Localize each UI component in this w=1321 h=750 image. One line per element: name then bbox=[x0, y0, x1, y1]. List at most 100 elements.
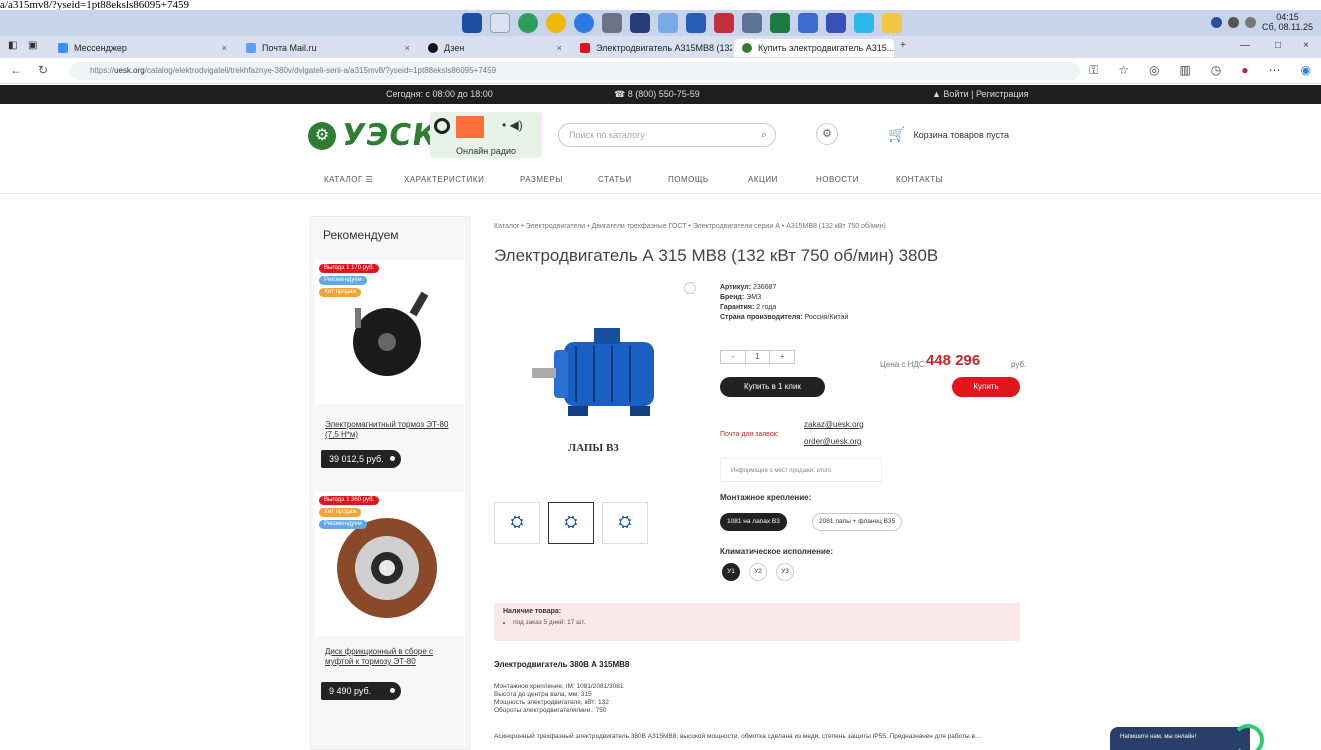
tab-product-active[interactable]: Купить электродвигатель А315... × bbox=[734, 39, 894, 57]
thumbnail-b35[interactable]: ⛭ bbox=[548, 502, 594, 544]
volume-icon[interactable] bbox=[1227, 16, 1239, 28]
search-icon[interactable]: ⌕ bbox=[761, 124, 767, 146]
phone-link[interactable]: ☎ 8 (800) 550-75-59 bbox=[614, 89, 700, 100]
prop-brand: Бренд: ЭМЗ bbox=[720, 293, 848, 303]
thumbnail-b3[interactable]: ⛭ bbox=[494, 502, 540, 544]
zoom-icon[interactable] bbox=[684, 282, 696, 294]
close-window-icon[interactable]: × bbox=[1303, 40, 1309, 51]
word-icon[interactable] bbox=[686, 13, 706, 33]
buy-button[interactable]: Купить bbox=[952, 377, 1020, 397]
profile-icon[interactable]: ● bbox=[1241, 63, 1248, 78]
buy-one-click-button[interactable]: Купить в 1 клик bbox=[720, 377, 825, 397]
breadcrumb[interactable]: Каталог • Электродвигатели • Двигатели т… bbox=[494, 223, 886, 230]
edge-icon[interactable] bbox=[518, 13, 538, 33]
copilot-icon[interactable]: ◉ bbox=[1301, 63, 1311, 78]
teams-icon[interactable] bbox=[826, 13, 846, 33]
description-line: Мощность электродвигателя, кВт: 132 bbox=[494, 699, 609, 706]
chrome-icon[interactable] bbox=[546, 13, 566, 33]
description-title: Электродвигатель 380В А 315МВ8 bbox=[494, 660, 630, 669]
nav-articles[interactable]: СТАТЬИ bbox=[598, 175, 632, 184]
radio-volume-icon[interactable]: • ◀) bbox=[502, 118, 523, 132]
store-icon[interactable] bbox=[630, 13, 650, 33]
thumbnail-b5[interactable]: ⛭ bbox=[602, 502, 648, 544]
reload-icon[interactable]: ↻ bbox=[38, 63, 48, 77]
climate-option-u3[interactable]: У3 bbox=[776, 563, 794, 581]
email-order-link[interactable]: order@uesk.org bbox=[804, 437, 861, 446]
close-tab-icon[interactable]: × bbox=[405, 43, 410, 53]
browser-menu-icon[interactable]: ◧ bbox=[8, 40, 17, 51]
mount-option-b35[interactable]: 2081 лапы + фланец В35 bbox=[812, 513, 903, 531]
settings-icon[interactable] bbox=[602, 13, 622, 33]
chat-widget-button[interactable]: Напишите нам, мы онлайн! bbox=[1110, 727, 1250, 750]
key-icon[interactable]: ⚿ bbox=[1089, 63, 1098, 78]
search-icon[interactable] bbox=[490, 13, 510, 33]
url-input[interactable]: https://uesk.org/catalog/elektrodvigatel… bbox=[70, 62, 1080, 80]
qty-input[interactable]: 1 bbox=[746, 351, 771, 363]
qty-decrease-button[interactable]: - bbox=[721, 351, 746, 363]
climate-option-u1[interactable]: У1 bbox=[722, 563, 740, 581]
chat-status-icon[interactable] bbox=[1232, 724, 1264, 750]
radio-play-icon[interactable] bbox=[434, 118, 450, 134]
recommended-product-card[interactable]: Выгода 1 360 руб. Хит продаж Рекомендуем… bbox=[315, 492, 467, 702]
product-name-link[interactable]: Электромагнитный тормоз ЭТ-80 (7,5 Н*м) bbox=[325, 420, 455, 440]
nav-characteristics[interactable]: ХАРАКТЕРИСТИКИ bbox=[404, 175, 484, 184]
qty-increase-button[interactable]: + bbox=[770, 351, 794, 363]
minimize-icon[interactable]: — bbox=[1240, 40, 1250, 51]
nav-promotions[interactable]: АКЦИИ bbox=[748, 175, 778, 184]
files-icon[interactable] bbox=[742, 13, 762, 33]
browser-tab-bar: ◧ ▣ Мессенджер × Почта Mail.ru × Дзен × … bbox=[0, 36, 1321, 58]
tab-dzen[interactable]: Дзен × bbox=[420, 39, 570, 57]
motor-image[interactable] bbox=[494, 302, 704, 462]
photos-icon[interactable] bbox=[714, 13, 734, 33]
url-prefix: https:// bbox=[90, 66, 115, 75]
extensions-icon[interactable]: ◎ bbox=[1149, 63, 1159, 78]
back-icon[interactable]: ← bbox=[10, 63, 22, 77]
network-icon[interactable] bbox=[1210, 16, 1222, 28]
new-tab-icon[interactable]: + bbox=[900, 40, 906, 51]
settings-gear-icon[interactable]: ⚙ bbox=[816, 123, 838, 145]
search-input[interactable]: Поиск по каталогу ⌕ bbox=[558, 123, 776, 147]
collections-icon[interactable]: ▥ bbox=[1179, 63, 1190, 78]
bookmark-star-icon[interactable]: ☆ bbox=[1118, 63, 1129, 78]
close-tab-icon[interactable]: × bbox=[222, 43, 227, 53]
windows-start-icon[interactable] bbox=[462, 13, 482, 33]
product-price[interactable]: 9 490 руб. bbox=[321, 682, 401, 700]
recommended-product-card[interactable]: Выгода 1 170 руб. Рекомендуем Хит продаж… bbox=[315, 260, 467, 470]
product-name-link[interactable]: Диск фрикционный в сборе с муфтой к торм… bbox=[325, 647, 455, 667]
tab-messenger[interactable]: Мессенджер × bbox=[50, 39, 235, 57]
system-tray: 04:15 Сб, 08.11.25 bbox=[1210, 12, 1313, 32]
mount-option-b3[interactable]: 1081 на лапах В3 bbox=[720, 513, 787, 531]
quantity-stepper[interactable]: - 1 + bbox=[720, 350, 795, 364]
login-link[interactable]: ▲ Войти | Регистрация bbox=[932, 89, 1029, 99]
taskbar-apps bbox=[462, 13, 902, 33]
nav-help[interactable]: ПОМОЩЬ bbox=[668, 175, 709, 184]
price-currency: руб. bbox=[1011, 360, 1027, 369]
tab-product-prev[interactable]: Электродвигатель А315МВ8 (132 кВт...) × bbox=[572, 39, 732, 57]
nav-sizes[interactable]: РАЗМЕРЫ bbox=[520, 175, 563, 184]
hit-badge: Хит продаж bbox=[319, 508, 362, 517]
folder-icon[interactable] bbox=[882, 13, 902, 33]
system-clock[interactable]: 04:15 Сб, 08.11.25 bbox=[1262, 12, 1313, 32]
battery-icon[interactable] bbox=[1244, 16, 1256, 28]
maximize-icon[interactable]: □ bbox=[1275, 40, 1281, 51]
close-tab-icon[interactable]: × bbox=[557, 43, 562, 53]
tab-actions-icon[interactable]: ▣ bbox=[28, 40, 37, 51]
menu-icon: ☰ bbox=[365, 175, 374, 184]
tab-mail[interactable]: Почта Mail.ru × bbox=[238, 39, 418, 57]
more-menu-icon[interactable]: ⋯ bbox=[1269, 63, 1281, 78]
nav-news[interactable]: НОВОСТИ bbox=[816, 175, 859, 184]
yandex-icon[interactable] bbox=[854, 13, 874, 33]
nav-contacts[interactable]: КОНТАКТЫ bbox=[896, 175, 943, 184]
mail-icon[interactable] bbox=[658, 13, 678, 33]
site-logo[interactable]: ⚙ УЭСК bbox=[308, 118, 440, 153]
calendar-icon[interactable] bbox=[798, 13, 818, 33]
spreadsheet-icon[interactable] bbox=[770, 13, 790, 33]
email-sales-link[interactable]: zakaz@uesk.org bbox=[804, 420, 864, 429]
climate-option-u2[interactable]: У2 bbox=[749, 563, 767, 581]
browser-icon[interactable] bbox=[574, 13, 594, 33]
history-icon[interactable]: ◷ bbox=[1211, 63, 1221, 78]
cart-link[interactable]: 🛒 Корзина товаров пуста bbox=[888, 126, 1009, 143]
product-gallery: ЛАПЫ В3 bbox=[494, 282, 704, 492]
product-price[interactable]: 39 012,5 руб. bbox=[321, 450, 401, 468]
nav-catalog[interactable]: КАТАЛОГ ☰ bbox=[324, 175, 373, 184]
